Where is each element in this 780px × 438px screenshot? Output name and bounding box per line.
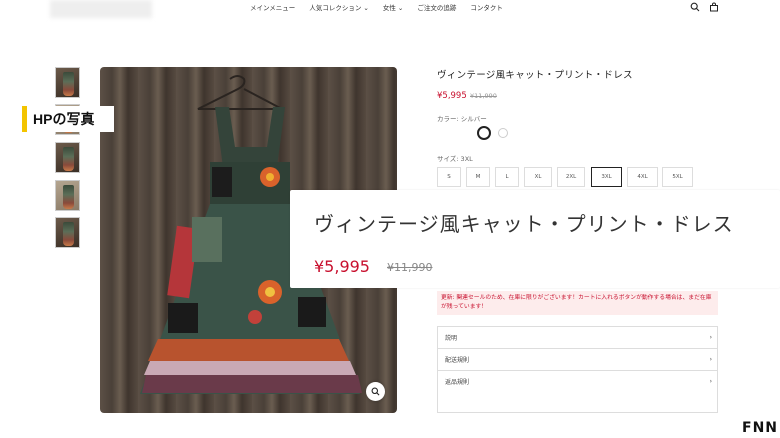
color-label: カラー: シルバー bbox=[437, 115, 487, 123]
accordion-shipping[interactable]: 配送規則 › bbox=[437, 348, 718, 370]
thumbnail-3[interactable] bbox=[55, 142, 80, 173]
accordion-label: 配送規則 bbox=[445, 357, 470, 364]
size-5xl[interactable]: 5XL bbox=[662, 167, 693, 187]
accordion-label: 返品規則 bbox=[445, 379, 470, 386]
size-4xl[interactable]: 4XL bbox=[627, 167, 658, 187]
zoomed-old-price: ¥11,990 bbox=[387, 261, 433, 274]
size-label: サイズ: 3XL bbox=[437, 155, 473, 163]
fnn-watermark: FNN bbox=[742, 420, 778, 436]
accordion-label: 説明 bbox=[445, 334, 458, 342]
size-m[interactable]: M bbox=[466, 167, 490, 187]
bag-icon[interactable] bbox=[709, 2, 719, 12]
size-xl[interactable]: XL bbox=[524, 167, 552, 187]
chevron-right-icon: › bbox=[709, 378, 712, 385]
chevron-right-icon: › bbox=[709, 356, 712, 363]
color-swatch-2[interactable] bbox=[498, 128, 508, 138]
color-swatch-silver[interactable] bbox=[477, 126, 491, 140]
chevron-right-icon: › bbox=[709, 333, 712, 341]
nav-item-contact[interactable]: コンタクト bbox=[470, 2, 503, 12]
nav-item-tracking[interactable]: ご注文の追跡 bbox=[417, 2, 456, 12]
accordion-description[interactable]: 説明 › bbox=[437, 326, 718, 348]
stock-notice: 更新: 関連セールのため、在庫に限りがございます！カートに入れるボタンが動作する… bbox=[437, 291, 718, 315]
zoomed-caption-overlay: ヴィンテージ風キャット・プリント・ドレス ¥5,995 ¥11,990 bbox=[290, 190, 780, 288]
zoomed-product-title: ヴィンテージ風キャット・プリント・ドレス bbox=[314, 212, 734, 236]
nav-item-women[interactable]: 女性 ⌄ bbox=[383, 2, 404, 12]
size-3xl[interactable]: 3XL bbox=[591, 167, 622, 187]
zoom-button[interactable] bbox=[366, 382, 385, 401]
hp-photo-label: HPの写真 bbox=[22, 106, 114, 132]
size-2xl[interactable]: 2XL bbox=[557, 167, 585, 187]
zoom-icon bbox=[371, 387, 380, 396]
product-title: ヴィンテージ風キャット・プリント・ドレス bbox=[437, 70, 633, 81]
size-s[interactable]: S bbox=[437, 167, 461, 187]
zoomed-product-price: ¥5,995 bbox=[314, 257, 370, 276]
thumbnail-5[interactable] bbox=[55, 217, 80, 248]
size-l[interactable]: L bbox=[495, 167, 519, 187]
product-old-price: ¥11,990 bbox=[470, 92, 497, 100]
thumbnail-1[interactable] bbox=[55, 67, 80, 98]
accordion-returns[interactable]: 返品規則 › bbox=[437, 370, 718, 392]
product-price: ¥5,995 bbox=[437, 91, 467, 101]
main-nav: メインメニュー 人気コレクション ⌄ 女性 ⌄ ご注文の追跡 コンタクト bbox=[250, 2, 503, 12]
nav-item-menu[interactable]: メインメニュー bbox=[250, 2, 295, 12]
search-icon[interactable] bbox=[690, 2, 700, 12]
store-logo[interactable] bbox=[50, 0, 152, 18]
nav-item-collection[interactable]: 人気コレクション ⌄ bbox=[309, 2, 369, 12]
thumbnail-4[interactable] bbox=[55, 180, 80, 211]
